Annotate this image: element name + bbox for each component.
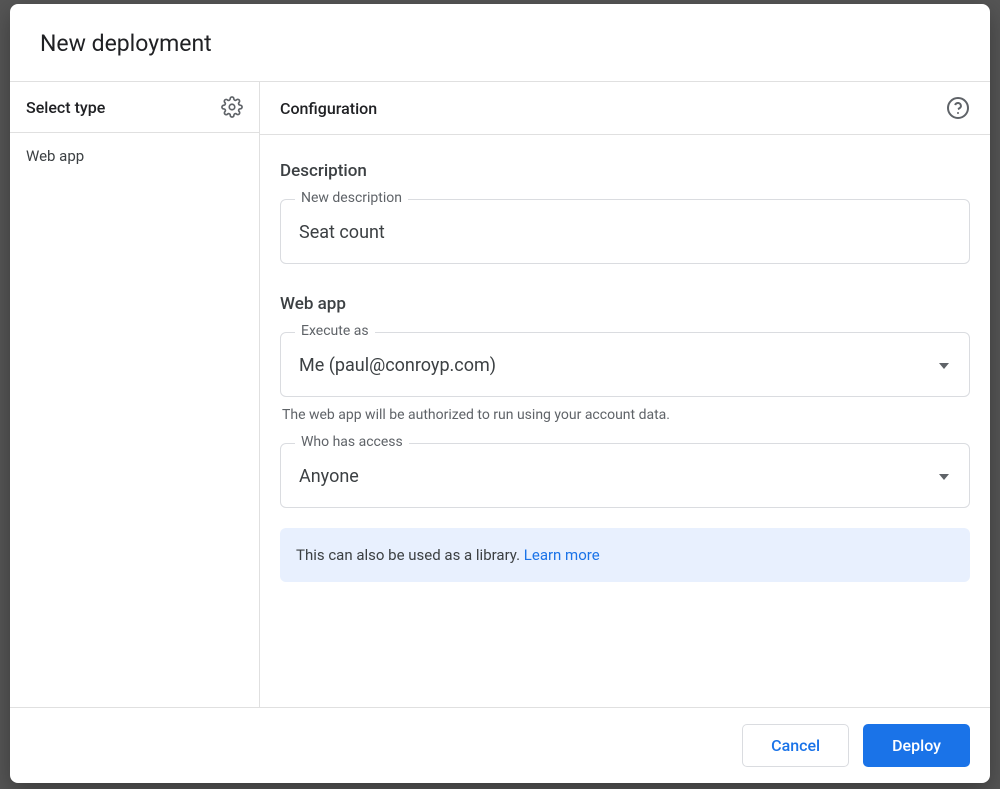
configuration-title: Configuration — [280, 99, 377, 118]
execute-as-value: Me (paul@conroyp.com) — [299, 355, 496, 376]
access-field-group: Who has access Anyone — [280, 443, 970, 508]
help-icon[interactable] — [946, 96, 970, 120]
gear-icon[interactable] — [221, 96, 243, 118]
dialog-header: New deployment — [10, 4, 990, 82]
dialog-body: Select type Web app Configuration — [10, 82, 990, 707]
description-input[interactable] — [281, 200, 969, 263]
deploy-button[interactable]: Deploy — [863, 724, 970, 767]
select-type-title: Select type — [26, 98, 105, 117]
configuration-content: Description New description Web app Exec… — [260, 135, 990, 707]
dialog-title: New deployment — [40, 30, 960, 57]
description-heading: Description — [280, 161, 970, 181]
access-label: Who has access — [295, 434, 409, 450]
sidebar-header: Select type — [10, 82, 259, 133]
webapp-heading: Web app — [280, 294, 970, 314]
sidebar: Select type Web app — [10, 82, 260, 707]
configuration-header: Configuration — [260, 82, 990, 135]
library-info-banner: This can also be used as a library. Lear… — [280, 528, 970, 582]
cancel-button[interactable]: Cancel — [742, 724, 849, 767]
new-deployment-dialog: New deployment Select type Web app Confi… — [10, 4, 990, 783]
configuration-panel: Configuration Description New descriptio… — [260, 82, 990, 707]
execute-as-field-group: Execute as Me (paul@conroyp.com) — [280, 332, 970, 397]
access-value: Anyone — [299, 466, 359, 487]
description-field-group: New description — [280, 199, 970, 264]
description-field-label: New description — [295, 190, 408, 206]
execute-as-helper: The web app will be authorized to run us… — [280, 407, 970, 423]
dialog-footer: Cancel Deploy — [10, 707, 990, 783]
info-banner-text: This can also be used as a library. — [296, 546, 524, 564]
sidebar-list: Web app — [10, 133, 259, 707]
execute-as-select[interactable]: Me (paul@conroyp.com) — [281, 333, 969, 396]
learn-more-link[interactable]: Learn more — [524, 546, 600, 564]
execute-as-label: Execute as — [295, 323, 375, 339]
access-select[interactable]: Anyone — [281, 444, 969, 507]
chevron-down-icon — [939, 474, 949, 480]
sidebar-item-web-app[interactable]: Web app — [10, 133, 259, 179]
chevron-down-icon — [939, 363, 949, 369]
